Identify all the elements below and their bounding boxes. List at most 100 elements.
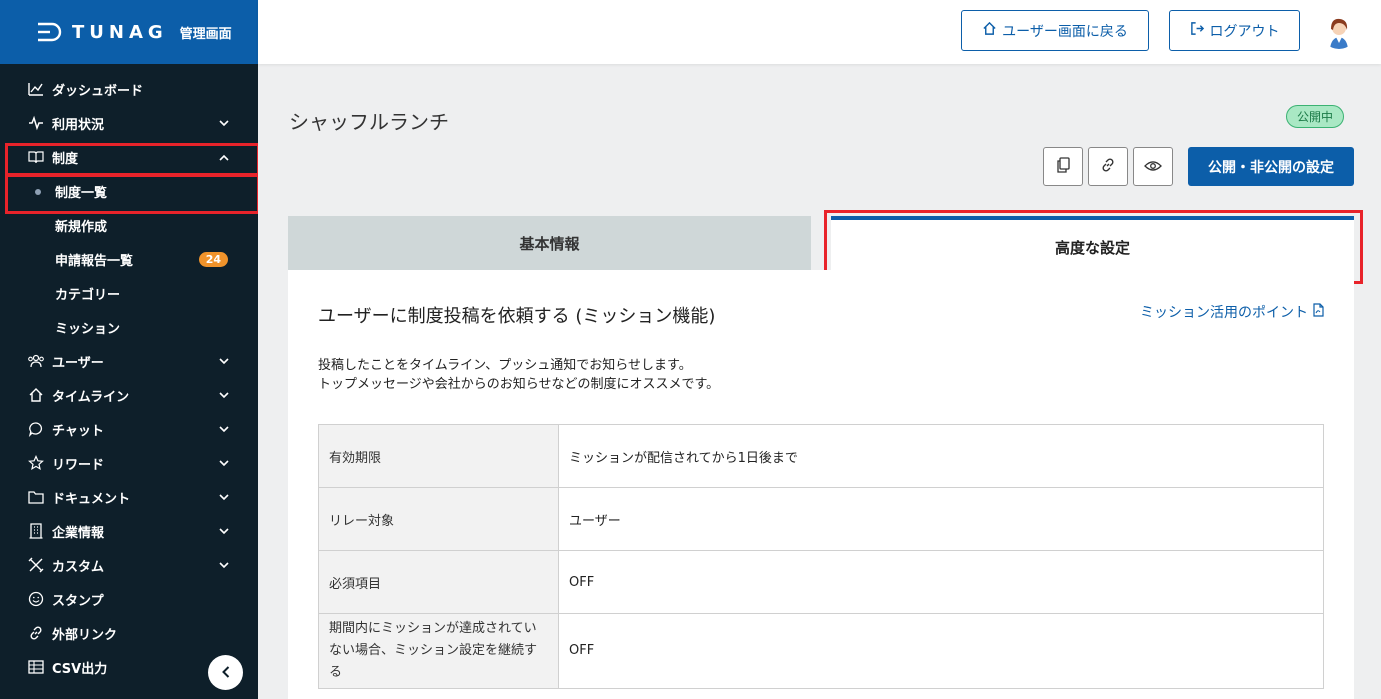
- sidebar-item-label: チャット: [52, 423, 104, 439]
- sidebar-subitem-reports[interactable]: 申請報告一覧 24: [0, 242, 258, 276]
- sidebar-item-document[interactable]: ドキュメント: [0, 480, 258, 514]
- link-icon: [27, 624, 45, 642]
- table-row: 有効期限 ミッションが配信されてから1日後まで: [318, 424, 1324, 488]
- sidebar-item-label: 制度: [52, 151, 79, 167]
- description-line: トップメッセージや会社からのお知らせなどの制度にオススメです。: [318, 377, 720, 392]
- help-link-label: ミッション活用のポイント: [1140, 305, 1308, 321]
- sidebar-item-users[interactable]: ユーザー: [0, 344, 258, 378]
- sidebar-item-label: 外部リンク: [52, 627, 118, 643]
- table-row: 必須項目 OFF: [318, 550, 1324, 614]
- row-value: ユーザー: [558, 487, 1324, 551]
- sidebar-item-company[interactable]: 企業情報: [0, 514, 258, 548]
- sidebar-subitem-system-list[interactable]: 制度一覧: [0, 174, 258, 208]
- row-value: ミッションが配信されてから1日後まで: [558, 424, 1324, 488]
- chevron-down-icon: [218, 491, 230, 503]
- avatar-icon: [1321, 13, 1357, 49]
- sidebar-subitem-category[interactable]: カテゴリー: [0, 276, 258, 310]
- sidebar-item-label: ユーザー: [52, 355, 104, 371]
- sidebar-item-chat[interactable]: チャット: [0, 412, 258, 446]
- sidebar-subitem-new[interactable]: 新規作成: [0, 208, 258, 242]
- collapse-sidebar-button[interactable]: [208, 655, 243, 690]
- sidebar-item-custom[interactable]: カスタム: [0, 548, 258, 582]
- mission-settings-table: 有効期限 ミッションが配信されてから1日後まで リレー対象 ユーザー 必須項目 …: [318, 424, 1324, 689]
- chevron-left-icon: [221, 663, 230, 682]
- table-icon: [27, 658, 45, 676]
- publish-settings-button[interactable]: 公開・非公開の設定: [1188, 147, 1354, 186]
- chevron-down-icon: [218, 389, 230, 401]
- sidebar-item-label: CSV出力: [52, 661, 108, 677]
- home-icon: [982, 21, 997, 40]
- sidebar-subitem-label: 新規作成: [55, 219, 108, 235]
- sidebar-item-label: カスタム: [52, 559, 105, 575]
- chevron-down-icon: [218, 355, 230, 367]
- tunag-logo-icon: [38, 22, 62, 42]
- tools-icon: [27, 556, 45, 574]
- sidebar-item-usage[interactable]: 利用状況: [0, 106, 258, 140]
- top-header: ユーザー画面に戻る ログアウト: [258, 0, 1381, 64]
- sidebar-item-label: ドキュメント: [52, 491, 131, 507]
- copy-button[interactable]: [1043, 147, 1083, 186]
- chevron-down-icon: [218, 457, 230, 469]
- sidebar-subitem-label: 申請報告一覧: [55, 253, 134, 269]
- sidebar-item-label: 利用状況: [52, 117, 105, 133]
- sidebar-item-external-link[interactable]: 外部リンク: [0, 616, 258, 650]
- active-dot-icon: [35, 189, 41, 195]
- sidebar-nav: ダッシュボード 利用状況 制度 制度一覧 新規作成 申請報告一覧 24 カテゴリ…: [0, 64, 258, 684]
- sidebar-item-label: スタンプ: [52, 593, 104, 609]
- sidebar-item-label: ダッシュボード: [52, 83, 144, 99]
- sidebar-item-reward[interactable]: リワード: [0, 446, 258, 480]
- mission-help-link[interactable]: ミッション活用のポイント: [1140, 302, 1324, 322]
- table-row: リレー対象 ユーザー: [318, 487, 1324, 551]
- sidebar-subitem-label: 制度一覧: [55, 185, 108, 201]
- sidebar-item-label: 企業情報: [52, 525, 105, 541]
- page-title: シャッフルランチ: [289, 110, 449, 134]
- sidebar-item-timeline[interactable]: タイムライン: [0, 378, 258, 412]
- tab-basic-info[interactable]: 基本情報: [288, 216, 811, 270]
- tab-advanced-settings[interactable]: 高度な設定: [831, 216, 1354, 274]
- folder-icon: [27, 488, 45, 506]
- sidebar-item-system[interactable]: 制度: [0, 140, 258, 174]
- row-key: 期間内にミッションが達成されていない場合、ミッション設定を継続する: [318, 613, 559, 689]
- sidebar-item-label: タイムライン: [52, 389, 130, 405]
- avatar[interactable]: [1321, 13, 1357, 49]
- logo: TUNAG: [36, 21, 168, 43]
- eye-icon: [1144, 157, 1162, 176]
- settings-panel: ユーザーに制度投稿を依頼する (ミッション機能) ミッション活用のポイント 投稿…: [288, 270, 1354, 699]
- section-description: 投稿したことをタイムライン、プッシュ通知でお知らせします。 トップメッセージや会…: [318, 356, 719, 394]
- sidebar-subitem-mission[interactable]: ミッション: [0, 310, 258, 344]
- row-value: OFF: [558, 613, 1324, 689]
- brand-subtitle: 管理画面: [179, 26, 232, 42]
- pdf-icon: [1313, 303, 1324, 321]
- row-key: 有効期限: [318, 424, 559, 488]
- sidebar-subitem-label: カテゴリー: [55, 287, 121, 303]
- pulse-icon: [27, 114, 45, 132]
- logo-text: TUNAG: [72, 21, 168, 43]
- link-icon: [1100, 157, 1116, 177]
- sidebar-item-dashboard[interactable]: ダッシュボード: [0, 72, 258, 106]
- users-icon: [27, 352, 45, 370]
- speech-bubble-icon: [27, 420, 45, 438]
- logout-button[interactable]: ログアウト: [1169, 10, 1300, 51]
- chevron-down-icon: [218, 117, 230, 129]
- book-icon: [27, 148, 45, 166]
- user-screen-button[interactable]: ユーザー画面に戻る: [961, 10, 1149, 51]
- sidebar-subitem-label: ミッション: [55, 321, 121, 337]
- table-row: 期間内にミッションが達成されていない場合、ミッション設定を継続する OFF: [318, 613, 1324, 689]
- preview-button[interactable]: [1133, 147, 1173, 186]
- user-screen-label: ユーザー画面に戻る: [1002, 23, 1128, 40]
- logout-label: ログアウト: [1209, 23, 1280, 40]
- copy-link-button[interactable]: [1088, 147, 1128, 186]
- status-badge: 公開中: [1286, 105, 1345, 128]
- copy-icon: [1056, 156, 1070, 177]
- building-icon: [27, 522, 45, 540]
- home-icon: [27, 386, 45, 404]
- description-line: 投稿したことをタイムライン、プッシュ通知でお知らせします。: [318, 358, 692, 373]
- sidebar-item-stamp[interactable]: スタンプ: [0, 582, 258, 616]
- row-key: リレー対象: [318, 487, 559, 551]
- chart-line-icon: [27, 80, 45, 98]
- chevron-up-icon: [218, 151, 230, 163]
- chevron-down-icon: [218, 525, 230, 537]
- brand-header[interactable]: TUNAG 管理画面: [0, 0, 258, 64]
- star-icon: [27, 454, 45, 472]
- sidebar: TUNAG 管理画面 ダッシュボード 利用状況 制度 制度一覧 新規作成 申請報…: [0, 0, 258, 699]
